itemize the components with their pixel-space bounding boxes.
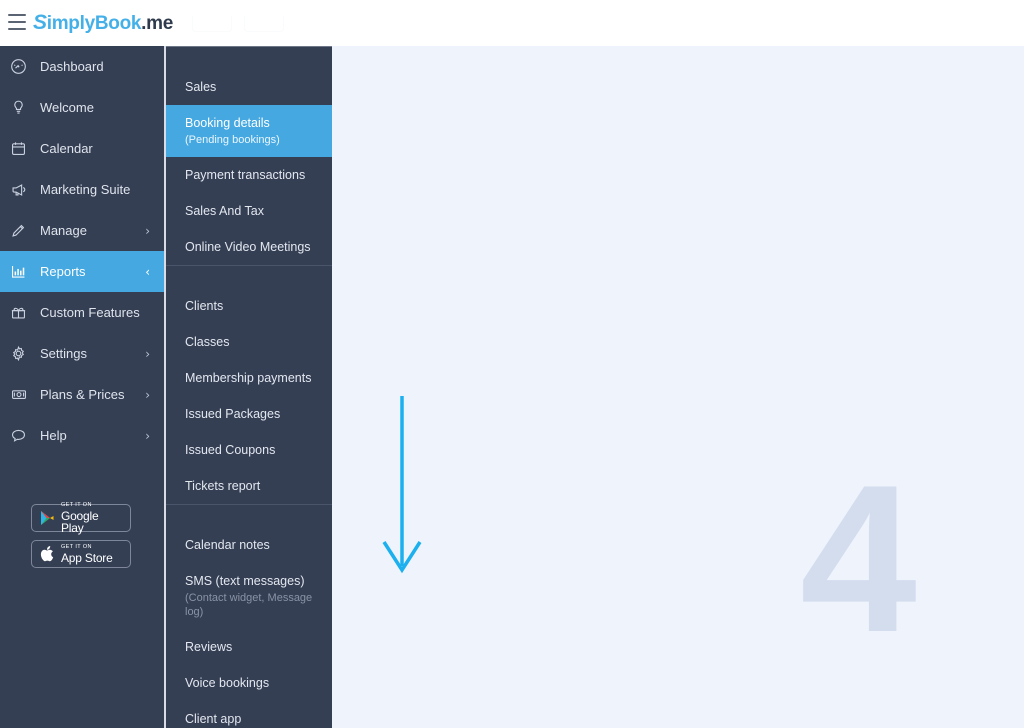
hamburger-icon[interactable] — [8, 14, 28, 30]
simplybook-logo[interactable]: SimplyBook.me — [33, 11, 173, 36]
submenu-item-label: Clients — [185, 299, 224, 313]
submenu-item-label: Reviews — [185, 640, 233, 654]
logo-main-text: implyBook — [46, 13, 142, 34]
logo-suffix-text: .me — [141, 13, 173, 34]
banknote-icon — [10, 386, 32, 404]
sidebar-item-label: Manage — [40, 223, 87, 238]
sidebar-item-label: Help — [40, 428, 67, 443]
submenu-item-online-video-meetings[interactable]: Online Video Meetings — [166, 229, 332, 265]
logo-s-glyph: S — [33, 11, 47, 34]
app-store-badge[interactable]: GET IT ON App Store — [31, 540, 131, 568]
pencil-icon — [10, 222, 32, 240]
google-play-badge-label: Google Play — [60, 508, 99, 535]
sidebar-item-marketing-suite[interactable]: Marketing Suite — [0, 169, 164, 210]
submenu-item-label: Voice bookings — [185, 676, 270, 690]
lightbulb-icon — [10, 99, 32, 117]
sidebar-item-label: Welcome — [40, 100, 94, 115]
store-badges: GET IT ON Google Play GET IT ON App Stor… — [31, 501, 131, 568]
google-play-badge-top: GET IT ON — [60, 501, 92, 508]
google-play-badge[interactable]: GET IT ON Google Play — [31, 501, 131, 535]
apple-icon — [38, 544, 56, 564]
gift-icon — [10, 304, 32, 322]
submenu-item-label: Payment transactions — [185, 168, 306, 182]
sidebar-item-welcome[interactable]: Welcome — [0, 87, 164, 128]
main-content-area: 4 — [332, 46, 1024, 728]
sidebar-item-plans-prices[interactable]: Plans & Prices › — [0, 374, 164, 415]
submenu-item-label: Membership payments — [185, 371, 312, 385]
submenu-item-classes[interactable]: Classes — [166, 324, 332, 360]
sidebar-nav-list: Dashboard Welcome Calendar Marketing Suite M… — [0, 46, 164, 456]
submenu-item-label: Sales — [185, 80, 217, 94]
submenu-item-label: Classes — [185, 335, 230, 349]
chevron-icon: › — [145, 387, 150, 402]
header-ghost-button-1[interactable] — [192, 16, 232, 32]
sidebar-item-dashboard[interactable]: Dashboard — [0, 46, 164, 87]
sidebar-item-manage[interactable]: Manage › — [0, 210, 164, 251]
submenu-group-1: Sales Booking details (Pending bookings) Pa… — [166, 47, 332, 265]
submenu-item-calendar-notes[interactable]: Calendar notes — [166, 527, 332, 563]
megaphone-icon — [10, 181, 32, 199]
chevron-icon: › — [145, 223, 150, 238]
submenu-item-issued-coupons[interactable]: Issued Coupons — [166, 432, 332, 468]
app-store-badge-top: GET IT ON — [61, 543, 92, 550]
submenu-item-note: (Contact widget, Message log) — [185, 592, 313, 618]
submenu-item-membership-payments[interactable]: Membership payments — [166, 360, 332, 396]
gear-icon — [10, 345, 32, 363]
calendar-icon — [10, 140, 32, 158]
submenu-group-3: Calendar notes SMS (text messages) (Contac… — [166, 504, 332, 728]
sidebar-item-label: Marketing Suite — [40, 182, 131, 197]
reports-submenu-panel: Sales Booking details (Pending bookings) Pa… — [166, 46, 332, 728]
submenu-item-label: Issued Coupons — [185, 443, 276, 457]
submenu-item-sales[interactable]: Sales — [166, 69, 332, 105]
submenu-item-label: Sales And Tax — [185, 204, 264, 218]
submenu-item-issued-packages[interactable]: Issued Packages — [166, 396, 332, 432]
sidebar-item-label: Dashboard — [40, 59, 104, 74]
sidebar-item-label: Custom Features — [40, 305, 140, 320]
submenu-item-sms-text-messages[interactable]: SMS (text messages) (Contact widget, Mess… — [166, 563, 332, 629]
submenu-item-note: (Pending bookings) — [185, 134, 280, 146]
sidebar-item-settings[interactable]: Settings › — [0, 333, 164, 374]
submenu-item-label: SMS (text messages) — [185, 574, 305, 588]
submenu-item-clients[interactable]: Clients — [166, 288, 332, 324]
header-ghost-button-2[interactable] — [244, 16, 284, 32]
submenu-item-label: Booking details — [185, 116, 270, 130]
sidebar-item-label: Plans & Prices — [40, 387, 125, 402]
sidebar-item-reports[interactable]: Reports ‹ — [0, 251, 164, 292]
app-screen: SimplyBook.me Dashboard Welcome Calendar Ma… — [0, 0, 1024, 728]
submenu-item-sales-and-tax[interactable]: Sales And Tax — [166, 193, 332, 229]
sidebar-item-calendar[interactable]: Calendar — [0, 128, 164, 169]
chevron-icon: › — [145, 428, 150, 443]
dashboard-gauge-icon — [10, 58, 32, 76]
chevron-icon: › — [145, 346, 150, 361]
submenu-item-label: Issued Packages — [185, 407, 281, 421]
chevron-icon: ‹ — [145, 264, 150, 279]
speech-bubble-icon — [10, 427, 32, 445]
submenu-item-payment-transactions[interactable]: Payment transactions — [166, 157, 332, 193]
sidebar-item-label: Reports — [40, 264, 86, 279]
submenu-item-label: Online Video Meetings — [185, 240, 311, 254]
submenu-item-voice-bookings[interactable]: Voice bookings — [166, 665, 332, 701]
bar-chart-icon — [10, 263, 32, 281]
sidebar-item-label: Settings — [40, 346, 87, 361]
submenu-item-client-app[interactable]: Client app(Notification report, App Clie… — [166, 701, 332, 728]
submenu-item-reviews[interactable]: Reviews — [166, 629, 332, 665]
primary-sidebar: Dashboard Welcome Calendar Marketing Suite M… — [0, 46, 164, 728]
app-store-badge-label: App Store — [61, 550, 113, 565]
down-arrow-annotation — [382, 396, 422, 574]
submenu-list: Sales Booking details (Pending bookings) Pa… — [166, 47, 332, 728]
submenu-item-tickets-report[interactable]: Tickets report — [166, 468, 332, 504]
submenu-item-booking-details[interactable]: Booking details (Pending bookings) — [166, 105, 332, 157]
submenu-item-label: Calendar notes — [185, 538, 270, 552]
sidebar-item-label: Calendar — [40, 141, 93, 156]
sidebar-item-help[interactable]: Help › — [0, 415, 164, 456]
submenu-group-2: Clients Classes Membership payments Issued … — [166, 265, 332, 504]
step-number-watermark: 4 — [800, 441, 917, 676]
submenu-item-label: Tickets report — [185, 479, 261, 493]
panel-divider — [164, 46, 166, 728]
sidebar-item-custom-features[interactable]: Custom Features — [0, 292, 164, 333]
submenu-item-label: Client app — [185, 712, 242, 726]
top-header: SimplyBook.me — [0, 0, 1024, 46]
google-play-icon — [38, 508, 56, 528]
